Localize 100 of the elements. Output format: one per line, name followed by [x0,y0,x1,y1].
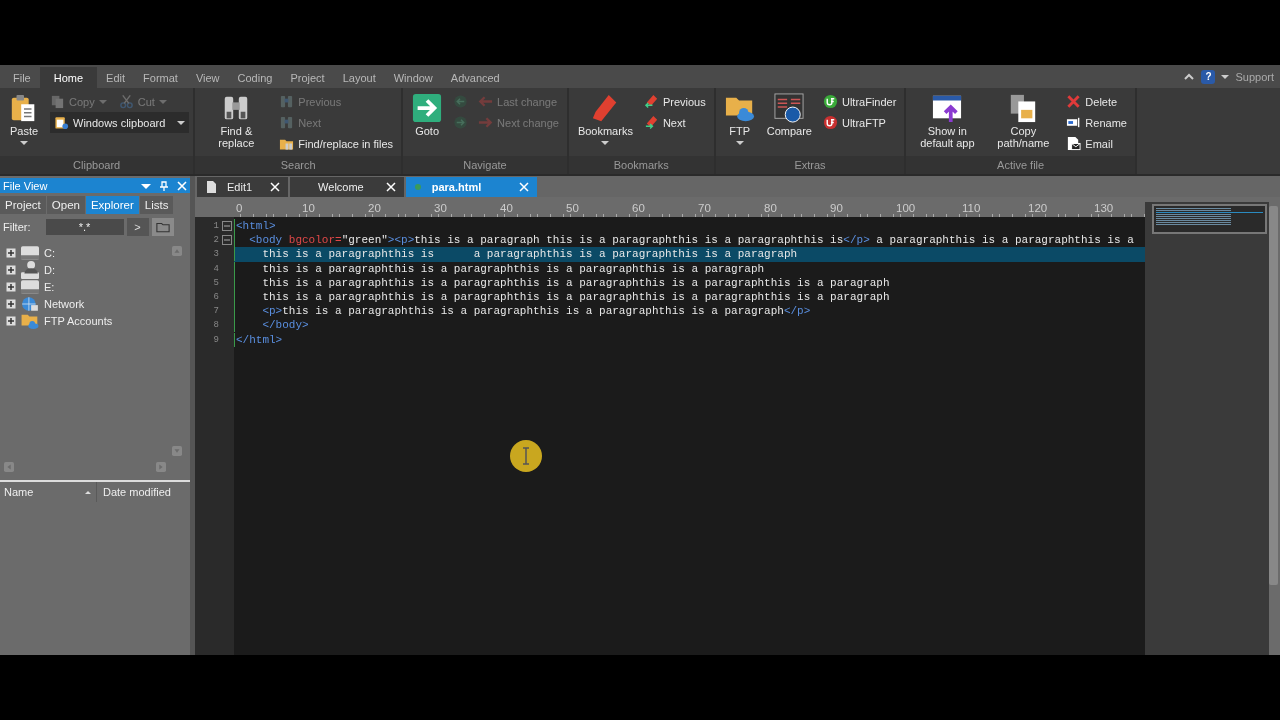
filter-field[interactable]: *.* [45,219,124,235]
help-button[interactable]: ? [1201,69,1216,84]
ruler-number: 120 [1028,202,1049,216]
code-line: this is a paragraphthis is a paragraphthis is a paragraphthis is a paragraph [234,247,798,262]
ribbon-button[interactable]: Find & replace [199,91,274,151]
line-number: 2 [212,235,219,246]
scrollbar[interactable] [1268,206,1278,585]
menu-tab[interactable]: Coding [228,67,282,88]
editor-tab[interactable]: para.html [405,177,538,197]
tree-item[interactable]: Network [44,297,85,310]
ribbon-button[interactable]: Compare [761,91,817,139]
ribbon-button[interactable]: Goto [407,91,448,139]
ribbon-button[interactable]: Email [1062,133,1117,154]
ribbon-button[interactable]: UltraFTP [818,112,890,133]
menu-tab[interactable]: Format [134,67,187,88]
minimap[interactable] [1152,204,1267,234]
ruler-number: 90 [830,202,844,216]
tree-item[interactable]: E: [44,280,55,293]
menu-tab[interactable]: File [4,67,40,88]
ruler-number: 10 [302,202,316,216]
line-number: 3 [212,249,219,260]
tree-item[interactable]: C: [44,246,55,259]
clipboard-dropdown[interactable]: Windows clipboard [50,112,190,133]
expand-icon[interactable] [6,315,16,326]
drive-user-icon [21,260,39,279]
code-line: this is a paragraphthis is a paragraphthis is a paragraphthis is a paragraphthis is a paragraph [234,290,890,305]
arrow-right-icon [453,115,469,130]
ribbon-button[interactable]: Copy path/name [986,91,1061,151]
delete-icon [1066,94,1082,109]
compare-icon [774,93,805,123]
expand-icon[interactable] [6,247,16,258]
ruler-number: 40 [500,202,514,216]
code-editor[interactable] [195,217,1145,655]
ribbon-button[interactable]: Delete [1062,91,1122,112]
ruler-number: 20 [368,202,382,216]
ribbon-button[interactable]: Show in default app [910,91,985,151]
cursor-highlight-icon [509,439,543,473]
caret-icon[interactable] [1221,72,1230,81]
bookmark-icon [643,94,659,109]
fold-icon[interactable] [221,235,232,246]
panel-tab[interactable]: Explorer [85,196,139,214]
menu-tab[interactable]: Project [281,67,334,88]
menu-tab[interactable]: Home [39,67,98,88]
line-number: 1 [212,221,219,232]
folder-icon [155,220,170,234]
panel-tab[interactable]: Project [0,196,46,214]
group-label: Bookmarks [568,156,714,174]
ruler-number: 60 [632,202,646,216]
ribbon-button[interactable]: Bookmarks [572,91,638,149]
line-number: 9 [212,334,219,345]
email-icon [1066,136,1082,151]
line-number: 6 [212,292,219,303]
menu-tab[interactable]: View [186,67,229,88]
menu-tab[interactable]: Layout [333,67,385,88]
binoculars-icon [279,115,295,130]
panel-tab[interactable]: Open [46,196,85,214]
group-label: Extras [715,156,905,174]
go-button[interactable]: > [126,218,149,236]
ruler-number: 130 [1094,202,1115,216]
ribbon-button[interactable]: FTP [719,91,760,149]
menu-tab[interactable]: Window [384,67,442,88]
group-label: Search [195,156,402,174]
editor-tab[interactable]: Edit1 [197,177,289,197]
drive-icon [21,243,39,262]
pin-icon[interactable] [159,180,169,191]
arrow-right-icon [478,115,494,130]
tree-item[interactable]: D: [44,263,55,276]
scissors-icon [118,94,134,109]
column-header[interactable]: Name [0,482,97,502]
close-icon[interactable] [270,182,281,192]
bookmark-icon [643,115,659,130]
group-label: Navigate [403,156,567,174]
code-line: <html> [234,219,276,234]
column-header[interactable]: Date modified [97,482,190,502]
code-line: this is a paragraphthis is a paragraphthis is a paragraphthis is a paragraph [234,261,765,276]
ruler-number: 70 [698,202,712,216]
expand-icon[interactable] [6,298,16,309]
ribbon-button[interactable]: Rename [1062,112,1131,133]
expand-icon[interactable] [6,264,16,275]
menu-tab[interactable]: Advanced [441,67,509,88]
ribbon-button[interactable]: Previous [639,91,710,112]
ribbon-button[interactable]: UltraFinder [818,91,901,112]
binoculars-icon [279,94,295,109]
ribbon-button[interactable]: Next [639,112,690,133]
arrow-left-icon [453,94,469,109]
fold-icon[interactable] [221,221,232,232]
document-icon [205,181,217,193]
editor-tab[interactable]: Welcome [290,177,404,197]
panel-title: File View [3,179,48,192]
ribbon-button[interactable]: Paste [4,91,44,149]
expand-icon[interactable] [6,281,16,292]
tree-item[interactable]: FTP Accounts [44,314,113,327]
browse-button[interactable] [151,218,174,236]
sort-arrow-icon [84,488,92,496]
support-link[interactable]: Support [1235,70,1274,83]
modified-dot-icon [413,183,422,191]
panel-tab[interactable]: Lists [139,196,174,214]
close-icon[interactable] [385,182,396,192]
menu-tab[interactable]: Edit [97,67,135,88]
ribbon-button[interactable]: Find/replace in files [275,133,398,154]
